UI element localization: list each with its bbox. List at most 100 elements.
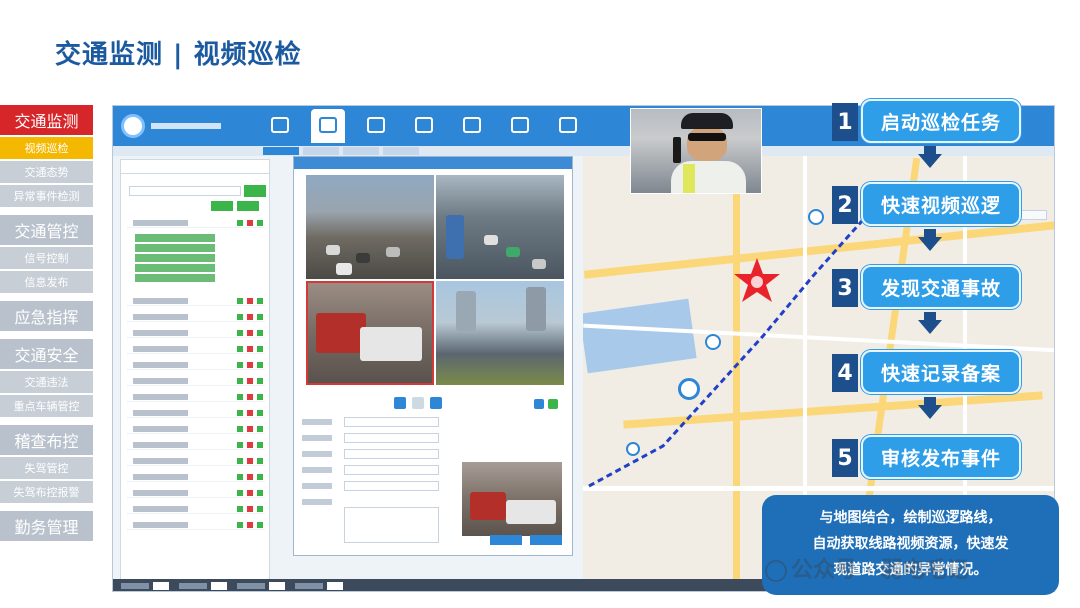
incident-star-icon [734, 258, 780, 302]
next-button[interactable] [430, 397, 442, 409]
nav-item-info-publish[interactable]: 信息发布 [0, 271, 93, 293]
nav-item-traffic-situation[interactable]: 交通态势 [0, 161, 93, 183]
tree-row[interactable] [127, 218, 265, 228]
monitor-icon[interactable] [311, 109, 345, 143]
tree-tabs[interactable] [121, 160, 269, 174]
subtab[interactable] [383, 147, 419, 155]
down-arrow-icon [918, 405, 942, 419]
form-label [302, 435, 332, 441]
police-badge-icon[interactable] [678, 378, 700, 400]
tree-row[interactable] [127, 344, 265, 354]
nav-group-duty-management[interactable]: 勤务管理 [0, 511, 93, 541]
nav-item-abnormal-event-detection[interactable]: 异常事件检测 [0, 185, 93, 207]
tree-search-input[interactable] [129, 186, 241, 196]
tree-row[interactable] [127, 328, 265, 338]
tree-green-item[interactable] [135, 234, 215, 242]
nav-item-unlicensed-control[interactable]: 失驾管控 [0, 457, 93, 479]
tree-row[interactable] [127, 520, 265, 530]
tree-row[interactable] [127, 440, 265, 450]
tree-row[interactable] [127, 504, 265, 514]
form-label [302, 467, 332, 473]
tree-row[interactable] [127, 296, 265, 306]
tree-green-item[interactable] [135, 264, 215, 272]
flow-arrow-stem [924, 146, 936, 154]
step-3-detect-accident: 发现交通事故 [861, 265, 1021, 309]
play-button[interactable] [394, 397, 406, 409]
form-field[interactable] [344, 449, 439, 459]
home-icon[interactable] [263, 109, 297, 143]
step-4-number: 4 [832, 354, 858, 392]
nav-group-traffic-monitoring[interactable]: 交通监测 [0, 105, 93, 135]
step-2-number: 2 [832, 186, 858, 224]
tree-green-item[interactable] [135, 274, 215, 282]
form-label [302, 419, 332, 425]
nav-item-signal-control[interactable]: 信号控制 [0, 247, 93, 269]
step-1-start-patrol-task: 启动巡检任务 [861, 99, 1021, 143]
status-toggle[interactable] [269, 582, 285, 590]
flow-arrow-stem [924, 397, 936, 405]
camera-pin-icon[interactable] [808, 209, 824, 225]
form-field[interactable] [344, 433, 439, 443]
tree-action-button[interactable] [237, 201, 259, 211]
nav-item-video-patrol[interactable]: 视频巡检 [0, 137, 93, 159]
status-toggle[interactable] [153, 582, 169, 590]
down-arrow-icon [918, 154, 942, 168]
slide: 交通监测 | 视频巡检 交通监测 视频巡检 交通态势 异常事件检测 交通管控 信… [0, 0, 1080, 608]
nav-group-traffic-control[interactable]: 交通管控 [0, 215, 93, 245]
view-toggle[interactable] [548, 399, 558, 409]
subtab[interactable] [303, 147, 339, 155]
form-label [302, 499, 332, 505]
subtab[interactable] [263, 147, 299, 155]
tree-row[interactable] [127, 456, 265, 466]
stop-button[interactable] [412, 397, 424, 409]
dialog-cancel-button[interactable] [530, 535, 562, 545]
chart-icon[interactable] [455, 109, 489, 143]
tree-row[interactable] [127, 360, 265, 370]
form-label [302, 451, 332, 457]
tree-row[interactable] [127, 424, 265, 434]
summary-line-1: 与地图结合，绘制巡逻路线， [819, 510, 1002, 526]
tree-row[interactable] [127, 488, 265, 498]
app-subnav [113, 146, 1054, 156]
screen-icon[interactable] [551, 109, 585, 143]
tree-action-button[interactable] [211, 201, 233, 211]
subtab[interactable] [343, 147, 379, 155]
dashboard-icon[interactable] [503, 109, 537, 143]
map-pin-icon[interactable] [359, 109, 393, 143]
tree-row[interactable] [127, 312, 265, 322]
video-feed-1[interactable] [306, 175, 434, 279]
tree-row[interactable] [127, 472, 265, 482]
nav-group-inspection-deploy[interactable]: 稽查布控 [0, 425, 93, 455]
camera-pin-icon[interactable] [626, 442, 640, 456]
video-feed-4[interactable] [436, 281, 564, 385]
tree-row[interactable] [127, 392, 265, 402]
form-field[interactable] [344, 417, 439, 427]
dialog-titlebar [294, 157, 572, 169]
police-icon[interactable] [407, 109, 441, 143]
camera-tree-panel [120, 159, 270, 587]
video-feed-3-accident[interactable] [306, 281, 434, 385]
tree-row[interactable] [127, 408, 265, 418]
dialog-confirm-button[interactable] [490, 535, 522, 545]
flow-arrow-stem [924, 312, 936, 320]
tree-search-button[interactable] [244, 185, 266, 197]
status-toggle[interactable] [211, 582, 227, 590]
nav-group-traffic-safety[interactable]: 交通安全 [0, 339, 93, 369]
nav-item-unlicensed-alarm[interactable]: 失驾布控报警 [0, 481, 93, 503]
form-textarea[interactable] [344, 507, 439, 543]
nav-item-key-vehicle-control[interactable]: 重点车辆管控 [0, 395, 93, 417]
nav-group-emergency-command[interactable]: 应急指挥 [0, 301, 93, 331]
form-field[interactable] [344, 465, 439, 475]
officer-photo [630, 108, 762, 194]
form-field[interactable] [344, 481, 439, 491]
tree-row[interactable] [127, 376, 265, 386]
tree-green-item[interactable] [135, 254, 215, 262]
view-toggle[interactable] [534, 399, 544, 409]
step-3-number: 3 [832, 269, 858, 307]
video-feed-2[interactable] [436, 175, 564, 279]
status-toggle[interactable] [327, 582, 343, 590]
tree-green-item[interactable] [135, 244, 215, 252]
snapshot-thumbnail[interactable] [462, 462, 562, 536]
camera-pin-icon[interactable] [705, 334, 721, 350]
nav-item-traffic-violation[interactable]: 交通违法 [0, 371, 93, 393]
